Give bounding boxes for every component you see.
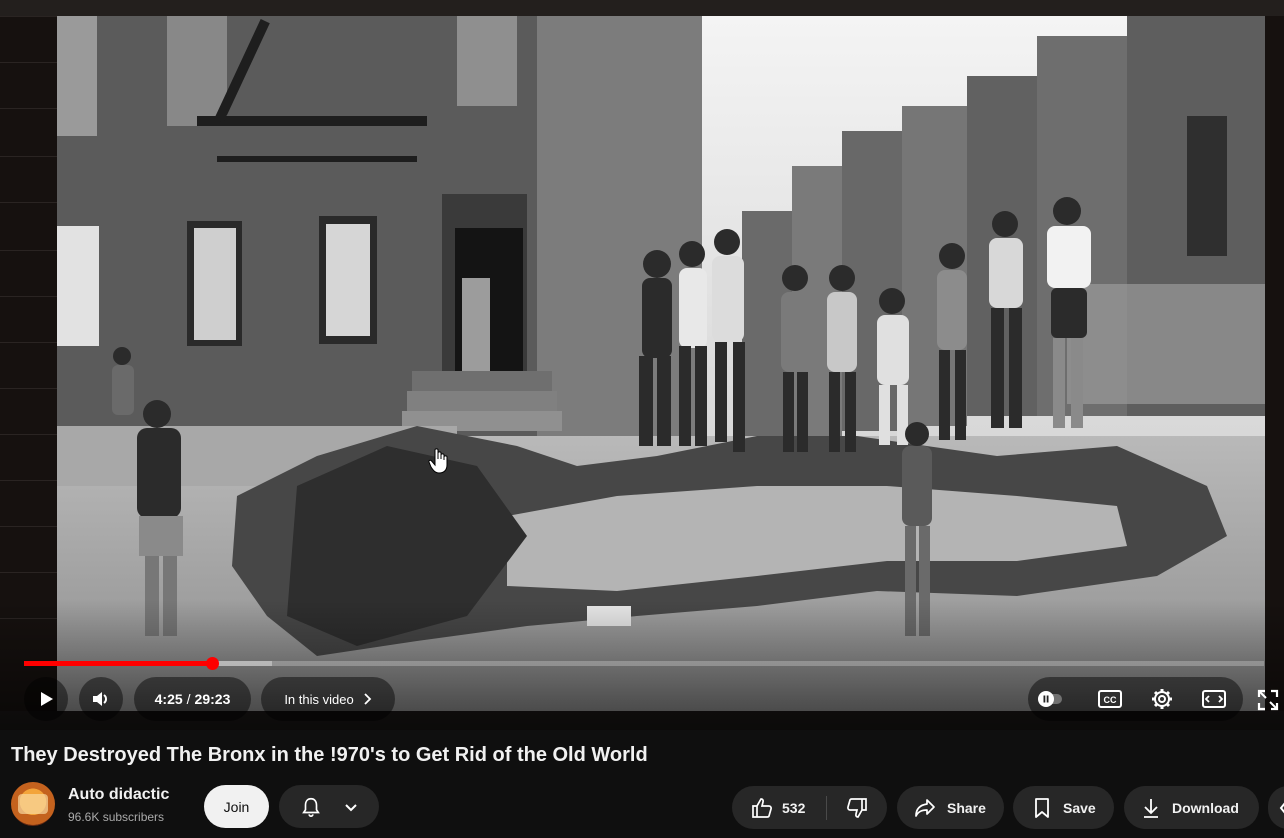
like-button[interactable]: 532 bbox=[732, 786, 826, 829]
captions-button[interactable]: CC bbox=[1084, 677, 1136, 721]
more-actions-button[interactable] bbox=[1268, 786, 1284, 829]
save-button[interactable]: Save bbox=[1013, 786, 1114, 829]
join-button[interactable]: Join bbox=[204, 785, 269, 828]
right-controls: CC bbox=[1028, 677, 1243, 721]
chevron-right-icon bbox=[364, 693, 371, 705]
subscriber-count: 96.6K subscribers bbox=[68, 810, 165, 824]
share-button[interactable]: Share bbox=[897, 786, 1004, 829]
autoplay-toggle[interactable] bbox=[1038, 677, 1062, 721]
settings-gear-icon bbox=[1152, 689, 1172, 709]
thumbs-down-icon bbox=[847, 797, 867, 818]
save-label: Save bbox=[1063, 799, 1096, 816]
play-icon bbox=[41, 692, 53, 706]
hand-cursor-icon bbox=[428, 448, 448, 479]
theater-mode-icon bbox=[1202, 690, 1226, 708]
thumbs-up-icon bbox=[752, 797, 772, 818]
download-label: Download bbox=[1172, 799, 1239, 816]
captions-icon: CC bbox=[1098, 690, 1122, 708]
time-display: 4:25 / 29:23 bbox=[134, 677, 251, 721]
subscribe-notifications-button[interactable] bbox=[279, 785, 379, 828]
channel-avatar[interactable] bbox=[11, 782, 55, 826]
like-dislike-group: 532 bbox=[732, 786, 887, 829]
current-time: 4:25 bbox=[154, 691, 183, 707]
chevron-down-icon bbox=[344, 803, 357, 811]
theater-mode-button[interactable] bbox=[1188, 677, 1240, 721]
download-icon bbox=[1144, 798, 1158, 818]
bookmark-icon bbox=[1035, 797, 1049, 818]
share-arrow-icon bbox=[915, 798, 935, 817]
chapters-label: In this video bbox=[284, 691, 354, 707]
progress-bar[interactable] bbox=[24, 657, 1264, 670]
dislike-button[interactable] bbox=[827, 786, 887, 829]
svg-text:CC: CC bbox=[1104, 695, 1117, 705]
video-player[interactable]: 4:25 / 29:23 In this video CC bbox=[0, 0, 1284, 730]
fullscreen-button[interactable] bbox=[1254, 686, 1282, 714]
chevron-left-icon bbox=[1279, 802, 1284, 813]
fullscreen-icon bbox=[1257, 689, 1279, 711]
progress-played bbox=[24, 661, 213, 666]
chapters-button[interactable]: In this video bbox=[261, 677, 395, 721]
volume-icon bbox=[93, 692, 107, 706]
bell-icon bbox=[301, 797, 320, 817]
like-count: 532 bbox=[782, 799, 806, 816]
share-label: Share bbox=[947, 799, 986, 816]
video-title: They Destroyed The Bronx in the !970's t… bbox=[11, 744, 648, 766]
channel-name[interactable]: Auto didactic bbox=[68, 786, 169, 804]
settings-button[interactable] bbox=[1136, 677, 1188, 721]
download-button[interactable]: Download bbox=[1124, 786, 1259, 829]
player-top-strip bbox=[0, 0, 1284, 16]
autoplay-toggle-icon bbox=[1038, 691, 1062, 707]
time-separator: / bbox=[186, 691, 191, 707]
play-button[interactable] bbox=[24, 677, 68, 721]
volume-button[interactable] bbox=[79, 677, 123, 721]
duration: 29:23 bbox=[194, 691, 231, 707]
